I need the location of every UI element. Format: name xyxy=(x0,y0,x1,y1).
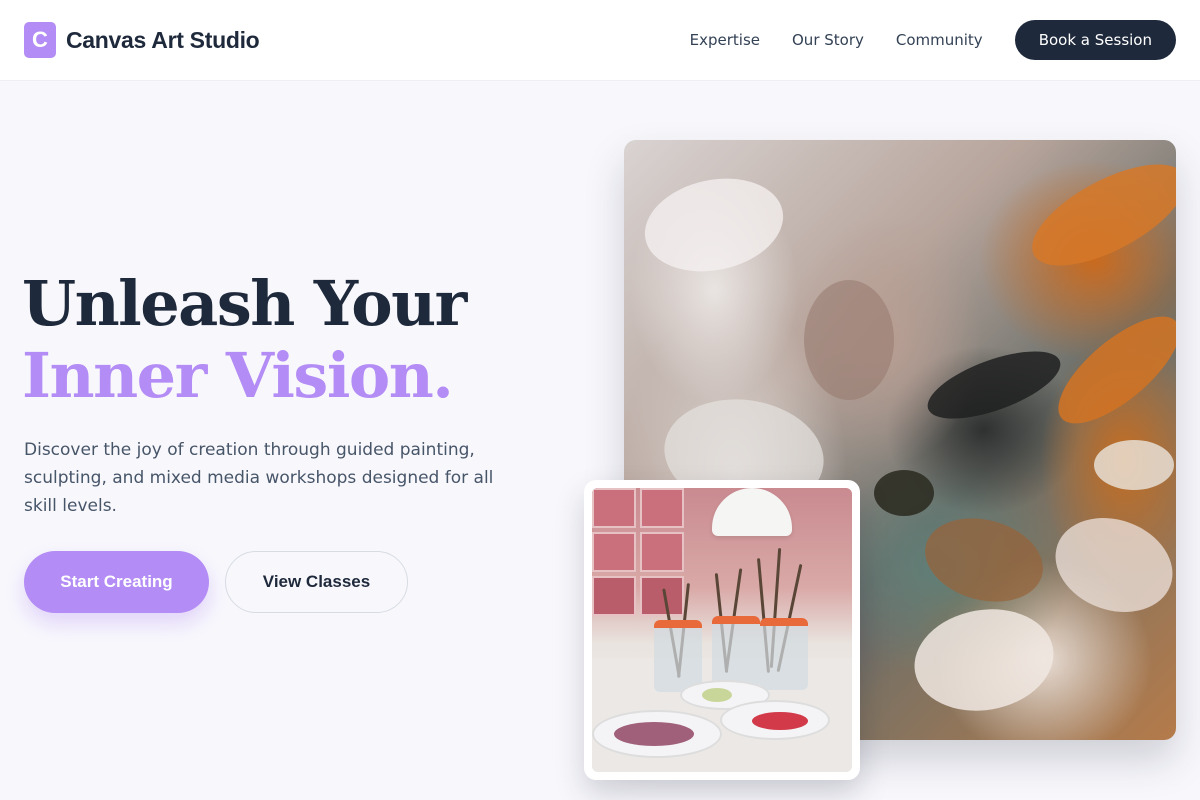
studio-photo-card xyxy=(584,480,860,780)
hero-description: Discover the joy of creation through gui… xyxy=(24,440,494,516)
logo[interactable]: C Canvas Art Studio xyxy=(24,22,260,58)
main-nav: Expertise Our Story Community Book a Ses… xyxy=(690,20,1176,60)
brand-name: Canvas Art Studio xyxy=(66,26,260,53)
site-header: C Canvas Art Studio Expertise Our Story … xyxy=(0,0,1200,81)
hero-title: Unleash Your Inner Vision. xyxy=(22,267,467,412)
hero-title-line-1: Unleash Your xyxy=(22,267,467,340)
logo-icon: C xyxy=(24,22,56,58)
nav-link-expertise[interactable]: Expertise xyxy=(690,31,760,49)
view-classes-button[interactable]: View Classes xyxy=(225,551,408,613)
paint-brushes-image xyxy=(592,488,852,772)
nav-link-our-story[interactable]: Our Story xyxy=(792,31,864,49)
nav-link-community[interactable]: Community xyxy=(896,31,983,49)
hero-title-line-2: Inner Vision. xyxy=(22,339,454,412)
start-creating-button[interactable]: Start Creating xyxy=(24,551,209,613)
book-session-button[interactable]: Book a Session xyxy=(1014,20,1176,60)
